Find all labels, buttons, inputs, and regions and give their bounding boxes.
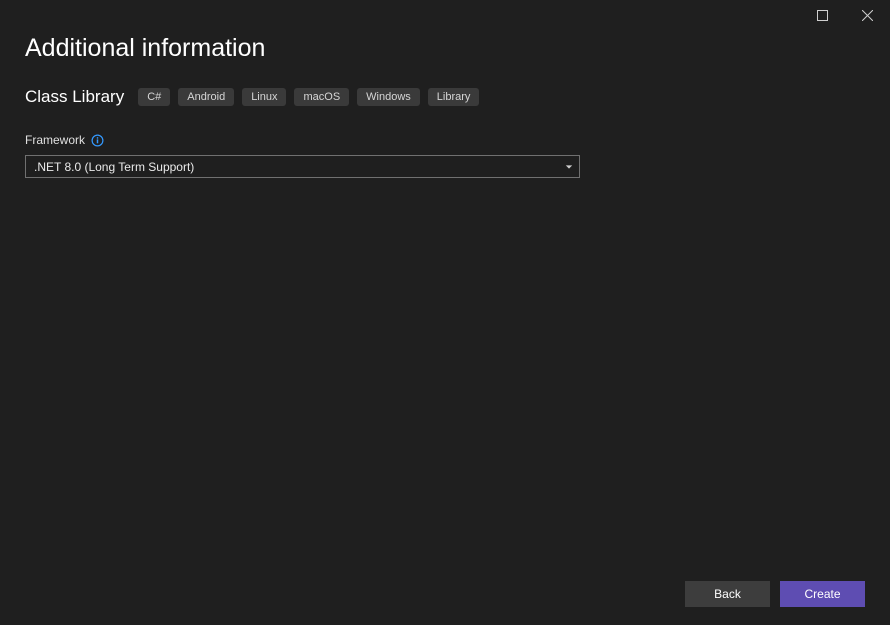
tag-linux: Linux [242,88,286,106]
tag-macos: macOS [294,88,349,106]
chevron-down-icon [565,158,573,176]
framework-selected-value: .NET 8.0 (Long Term Support) [34,160,194,174]
framework-label: Framework [25,133,85,147]
create-button[interactable]: Create [780,581,865,607]
tag-android: Android [178,88,234,106]
info-icon[interactable] [91,134,104,147]
maximize-icon [817,10,828,21]
page-title: Additional information [25,34,865,63]
tag-library: Library [428,88,480,106]
tag-windows: Windows [357,88,420,106]
project-tags: C# Android Linux macOS Windows Library [138,88,479,106]
close-button[interactable] [845,0,890,30]
project-type-title: Class Library [25,87,124,107]
framework-combobox[interactable]: .NET 8.0 (Long Term Support) [25,155,580,178]
maximize-button[interactable] [800,0,845,30]
tag-csharp: C# [138,88,170,106]
back-button[interactable]: Back [685,581,770,607]
close-icon [862,10,873,21]
